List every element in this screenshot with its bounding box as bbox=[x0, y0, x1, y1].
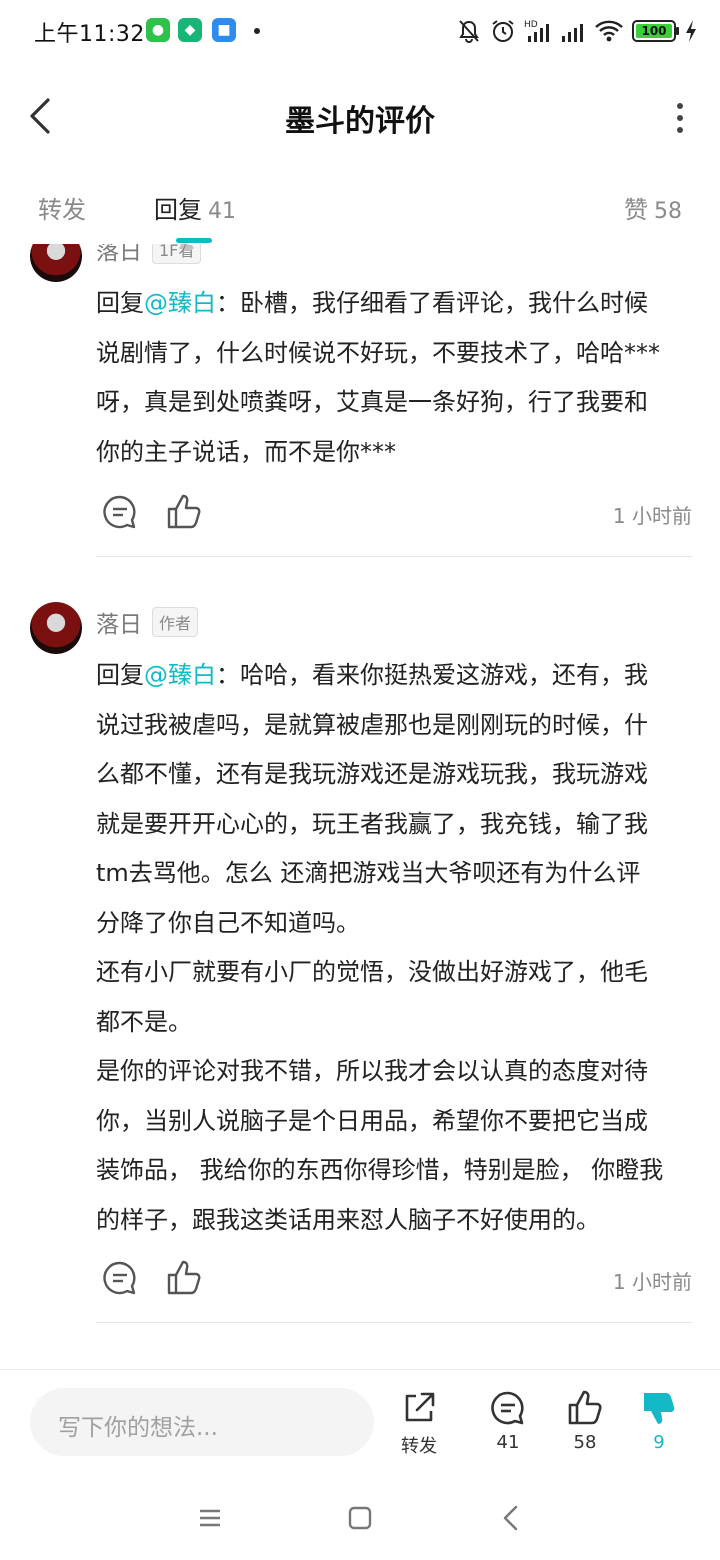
reply-line: 都不是。 bbox=[96, 1007, 192, 1036]
mute-icon bbox=[459, 20, 479, 43]
svg-text:HD: HD bbox=[524, 20, 538, 30]
signal-icon bbox=[562, 24, 583, 42]
tab-reply[interactable]: 回复 41 bbox=[154, 190, 236, 225]
share-button[interactable]: 转发 bbox=[384, 1388, 454, 1464]
avatar[interactable] bbox=[30, 602, 82, 654]
charging-icon bbox=[686, 20, 696, 42]
like-icon bbox=[568, 1390, 602, 1425]
page-title: 墨斗的评价 bbox=[285, 104, 435, 139]
reply-line: 你，当别人说脑子是个日用品，希望你不要把它当成 bbox=[96, 1106, 648, 1135]
dislike-icon bbox=[644, 1393, 675, 1424]
tab-bar: 转发 回复 41 赞 58 bbox=[0, 184, 720, 243]
battery-icon: 100 bbox=[632, 20, 679, 42]
mention-link[interactable]: @臻白 bbox=[144, 289, 216, 317]
reply-line: 装饰品， 我给你的东西你得珍惜，特别是脸， 你瞪我 bbox=[96, 1156, 664, 1184]
dislike-button[interactable]: 9 bbox=[624, 1388, 694, 1464]
mention-link[interactable]: @臻白 bbox=[144, 661, 216, 689]
comment-icon[interactable] bbox=[100, 1258, 140, 1298]
reply-line: 呀，真是到处喷粪呀，艾真是一条好狗，行了我要和 bbox=[96, 388, 648, 416]
comment-count-button[interactable]: 41 bbox=[473, 1388, 543, 1464]
like-count: 58 bbox=[573, 1432, 597, 1453]
status-bar: 上午11:32 ● ◆ ■ HD 100 bbox=[0, 0, 720, 62]
avatar[interactable] bbox=[30, 244, 82, 282]
reply-actions: 1 小时前 bbox=[96, 1258, 692, 1308]
status-time: 上午11:32 bbox=[34, 22, 145, 47]
reply-line: 么都不懂，还有是我玩游戏还是游戏玩我，我玩游戏 bbox=[96, 760, 648, 788]
home-icon[interactable] bbox=[342, 1500, 378, 1536]
reply-time: 1 小时前 bbox=[612, 504, 692, 528]
battery-level: 100 bbox=[636, 24, 672, 38]
notification-dot bbox=[254, 28, 260, 34]
reply-text: ：卧槽，我仔细看了看评论，我什么时候 bbox=[216, 289, 648, 317]
reply-text: ：哈哈，看来你挺热爱这游戏，还有，我 bbox=[216, 661, 648, 689]
reply-line: 说剧情了，什么时候说不好玩，不要技术了，哈哈*** bbox=[96, 338, 660, 367]
tab-reply-label: 回复 bbox=[154, 196, 202, 224]
reply-prefix: 回复 bbox=[96, 661, 144, 689]
author-badge: 作者 bbox=[152, 607, 199, 637]
like-icon[interactable] bbox=[164, 492, 204, 532]
wifi-icon bbox=[595, 20, 623, 42]
reply-list[interactable]: 落日 1F看 回复@臻白：卧槽，我仔细看了看评论，我什么时候 说剧情了，什么时候说… bbox=[0, 244, 720, 1368]
reply-line: 的样子，跟我这类话用来怼人脑子不好使用的。 bbox=[96, 1205, 600, 1234]
author-name-text: 落日 bbox=[96, 244, 142, 265]
reply-line: 还有小厂就要有小厂的觉悟，没做出好游戏了，他毛 bbox=[96, 958, 648, 986]
comment-count: 41 bbox=[496, 1432, 520, 1453]
nav-back-icon[interactable] bbox=[494, 1500, 530, 1536]
status-indicators: HD 100 bbox=[456, 16, 698, 46]
reply-body: 回复@臻白：卧槽，我仔细看了看评论，我什么时候 说剧情了，什么时候说不好玩，不要… bbox=[96, 279, 696, 477]
reply-line: 说过我被虐吗，是就算被虐那也是刚刚玩的时候，什 bbox=[96, 710, 648, 739]
hd-signal-icon: HD bbox=[524, 20, 549, 42]
reply-line: 就是要开开心心的，玩王者我赢了，我充钱，输了我 bbox=[96, 809, 648, 838]
wechat-icon: ● bbox=[146, 18, 170, 42]
bottom-action-bar: 写下你的想法... 转发 41 58 9 bbox=[0, 1369, 720, 1473]
chat-app-icon: ■ bbox=[212, 18, 236, 42]
tab-active-indicator bbox=[176, 238, 212, 243]
reply-body: 回复@臻白：哈哈，看来你挺热爱这游戏，还有，我 说过我被虐吗，是就算被虐那也是刚… bbox=[96, 651, 696, 1245]
reply-line: 是你的评论对我不错，所以我才会以认真的态度对待 bbox=[96, 1057, 648, 1085]
comment-icon[interactable] bbox=[100, 492, 140, 532]
reply-actions: 1 小时前 bbox=[96, 492, 692, 542]
comment-input[interactable]: 写下你的想法... bbox=[30, 1388, 374, 1456]
reply-line: 回复@臻白：卧槽，我仔细看了看评论，我什么时候 bbox=[96, 279, 696, 329]
reply-prefix: 回复 bbox=[96, 289, 144, 317]
reply-line: 你的主子说话，而不是你*** bbox=[96, 437, 396, 466]
tab-reply-count: 41 bbox=[208, 199, 236, 224]
comment-input-placeholder: 写下你的想法... bbox=[58, 1415, 218, 1441]
divider bbox=[96, 1322, 692, 1323]
tab-like[interactable]: 赞 58 bbox=[624, 190, 682, 225]
share-label: 转发 bbox=[401, 1436, 437, 1457]
tab-like-count: 58 bbox=[654, 199, 682, 224]
reply-line: 分降了你自己不知道吗。 bbox=[96, 908, 360, 937]
more-vertical-icon[interactable] bbox=[670, 98, 690, 138]
title-bar: 墨斗的评价 bbox=[0, 76, 720, 156]
tab-like-label: 赞 bbox=[624, 196, 648, 224]
like-icon[interactable] bbox=[164, 1258, 204, 1298]
floor-badge: 1F看 bbox=[152, 244, 202, 264]
author-name[interactable]: 落日 1F看 bbox=[96, 244, 202, 266]
author-name[interactable]: 落日 作者 bbox=[96, 605, 199, 639]
shield-app-icon: ◆ bbox=[178, 18, 202, 42]
divider bbox=[96, 556, 692, 557]
system-nav-bar bbox=[0, 1474, 720, 1560]
dislike-count: 9 bbox=[653, 1432, 665, 1453]
reply-line: tm去骂他。怎么 还滴把游戏当大爷呗还有为什么评 bbox=[96, 859, 641, 887]
reply-time: 1 小时前 bbox=[612, 1270, 692, 1294]
reply-line: 回复@臻白：哈哈，看来你挺热爱这游戏，还有，我 bbox=[96, 651, 696, 701]
alarm-icon bbox=[492, 20, 514, 42]
comment-icon bbox=[491, 1391, 524, 1425]
menu-icon[interactable] bbox=[192, 1500, 228, 1536]
share-icon bbox=[405, 1392, 435, 1422]
author-name-text: 落日 bbox=[96, 612, 142, 638]
like-button[interactable]: 58 bbox=[550, 1388, 620, 1464]
tab-repost[interactable]: 转发 bbox=[38, 190, 86, 225]
